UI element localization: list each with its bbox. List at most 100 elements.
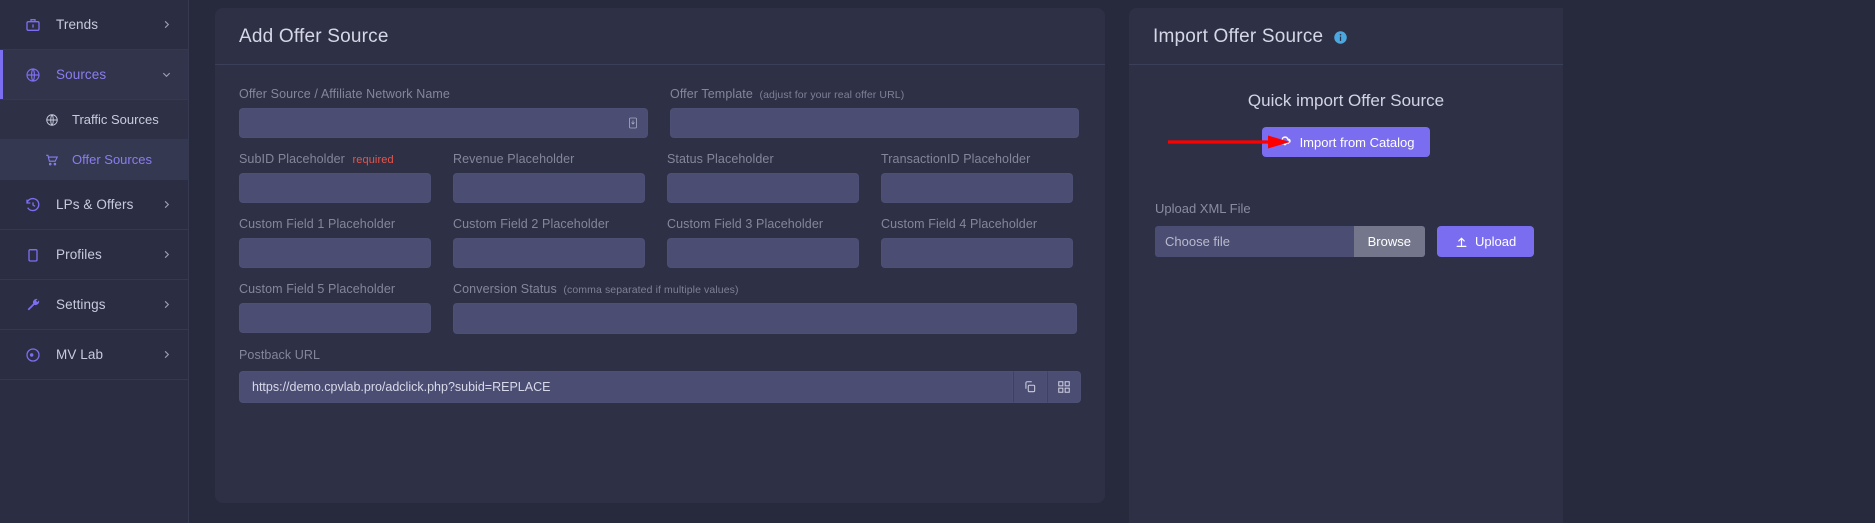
browse-button[interactable]: Browse — [1354, 226, 1425, 257]
field-label-text: SubID Placeholder — [239, 152, 345, 166]
import-from-catalog-button[interactable]: Import from Catalog — [1262, 127, 1431, 157]
field-label: Conversion Status (comma separated if mu… — [453, 282, 1077, 296]
sidebar-item-label: Settings — [56, 297, 161, 312]
field-label: Custom Field 4 Placeholder — [881, 217, 1073, 231]
wrench-icon — [24, 296, 42, 314]
import-button-label: Import from Catalog — [1300, 135, 1415, 150]
revenue-placeholder-input[interactable] — [453, 173, 645, 203]
sidebar-item-label: Profiles — [56, 247, 161, 262]
import-panel-title: Import Offer Source — [1153, 26, 1539, 48]
field-custom-1: Custom Field 1 Placeholder — [239, 217, 431, 268]
qr-code-icon[interactable] — [1047, 371, 1081, 403]
required-badge: required — [353, 154, 394, 166]
field-status-placeholder: Status Placeholder — [667, 152, 859, 203]
import-panel-title-text: Import Offer Source — [1153, 26, 1323, 48]
field-label: Status Placeholder — [667, 152, 859, 166]
sidebar-item-mv-lab[interactable]: MV Lab — [0, 330, 188, 380]
conversion-status-input[interactable] — [453, 303, 1077, 334]
sidebar-item-traffic-sources[interactable]: Traffic Sources — [0, 100, 188, 140]
field-custom-3: Custom Field 3 Placeholder — [667, 217, 859, 268]
briefcase-icon — [24, 16, 42, 34]
chevron-right-icon — [161, 249, 172, 260]
page-title: Add Offer Source — [239, 26, 1081, 48]
field-label-text: Offer Source / Affiliate Network Name — [239, 87, 450, 101]
field-label: Custom Field 1 Placeholder — [239, 217, 431, 231]
field-label: Postback URL — [239, 348, 1081, 362]
field-label-hint: (adjust for your real offer URL) — [760, 89, 905, 101]
chosen-file-name: Choose file — [1155, 226, 1354, 257]
field-custom-2: Custom Field 2 Placeholder — [453, 217, 645, 268]
copy-icon[interactable] — [1013, 371, 1047, 403]
form-body: Offer Source / Affiliate Network Name — [215, 65, 1105, 403]
field-transactionid-placeholder: TransactionID Placeholder — [881, 152, 1073, 203]
field-conversion-status: Conversion Status (comma separated if mu… — [453, 282, 1077, 334]
list-select-icon[interactable] — [626, 115, 640, 131]
custom-field-1-input[interactable] — [239, 238, 431, 268]
import-card-header: Import Offer Source — [1129, 8, 1563, 65]
transactionid-placeholder-input[interactable] — [881, 173, 1073, 203]
field-label: Custom Field 2 Placeholder — [453, 217, 645, 231]
sidebar-item-label: LPs & Offers — [56, 197, 161, 212]
upload-button[interactable]: Upload — [1437, 226, 1534, 257]
cart-icon — [44, 152, 60, 168]
field-revenue-placeholder: Revenue Placeholder — [453, 152, 645, 203]
sidebar-item-sources[interactable]: Sources — [0, 50, 188, 100]
field-offer-template: Offer Template (adjust for your real off… — [670, 87, 1079, 138]
postback-url-row — [239, 371, 1081, 403]
import-offer-source-card: Import Offer Source Quick import Offer S… — [1129, 8, 1563, 523]
upload-button-label: Upload — [1475, 234, 1516, 249]
form-row-4: Custom Field 5 Placeholder Conversion St… — [239, 282, 1081, 334]
file-chooser[interactable]: Choose file Browse — [1155, 226, 1425, 257]
custom-field-3-input[interactable] — [667, 238, 859, 268]
sidebar-item-offer-sources[interactable]: Offer Sources — [0, 140, 188, 180]
sidebar: Trends Sources Traffic Sources — [0, 0, 189, 523]
field-label: Offer Source / Affiliate Network Name — [239, 87, 648, 101]
field-label: Offer Template (adjust for your real off… — [670, 87, 1079, 101]
upload-xml-label: Upload XML File — [1155, 201, 1537, 216]
sidebar-item-label: MV Lab — [56, 347, 161, 362]
postback-url-input[interactable] — [239, 371, 1013, 403]
sidebar-subitem-label: Offer Sources — [72, 152, 152, 167]
field-label-text: Conversion Status — [453, 282, 557, 296]
field-label: SubID Placeholder required — [239, 152, 431, 166]
sidebar-item-settings[interactable]: Settings — [0, 280, 188, 330]
sidebar-item-lps-offers[interactable]: LPs & Offers — [0, 180, 188, 230]
app-root: Trends Sources Traffic Sources — [0, 0, 1875, 523]
history-icon — [24, 196, 42, 214]
clipboard-icon — [24, 246, 42, 264]
flask-icon — [24, 346, 42, 364]
field-label-text: Offer Template — [670, 87, 753, 101]
chevron-down-icon — [161, 69, 172, 80]
import-body: Quick import Offer Source Imp — [1129, 65, 1563, 257]
field-postback-url: Postback URL — [239, 348, 1081, 403]
field-label: Custom Field 5 Placeholder — [239, 282, 431, 296]
import-button-row: Import from Catalog — [1155, 127, 1537, 157]
info-circle-icon[interactable] — [1333, 30, 1348, 45]
chevron-right-icon — [161, 299, 172, 310]
chevron-right-icon — [161, 349, 172, 360]
custom-field-4-input[interactable] — [881, 238, 1073, 268]
custom-field-5-input[interactable] — [239, 303, 431, 333]
upload-row: Choose file Browse Upload — [1155, 226, 1537, 257]
field-subid-placeholder: SubID Placeholder required — [239, 152, 431, 203]
field-offer-source-name: Offer Source / Affiliate Network Name — [239, 87, 648, 138]
status-placeholder-input[interactable] — [667, 173, 859, 203]
offer-source-name-input[interactable] — [239, 108, 648, 138]
globe-icon — [44, 112, 60, 128]
sidebar-item-label: Trends — [56, 17, 161, 32]
custom-field-2-input[interactable] — [453, 238, 645, 268]
field-label-hint: (comma separated if multiple values) — [563, 284, 738, 296]
chevron-right-icon — [161, 199, 172, 210]
chevron-right-icon — [161, 19, 172, 30]
subid-placeholder-input[interactable] — [239, 173, 431, 203]
offer-template-input[interactable] — [670, 108, 1079, 138]
form-row-3: Custom Field 1 Placeholder Custom Field … — [239, 217, 1081, 268]
cloud-download-icon — [1278, 135, 1292, 149]
form-row-2: SubID Placeholder required Revenue Place… — [239, 152, 1081, 203]
input-wrapper — [239, 108, 648, 138]
add-offer-source-card: Add Offer Source Offer Source / Affiliat… — [215, 8, 1105, 503]
sidebar-item-profiles[interactable]: Profiles — [0, 230, 188, 280]
sidebar-item-label: Sources — [56, 67, 161, 82]
upload-icon — [1455, 235, 1468, 248]
sidebar-item-trends[interactable]: Trends — [0, 0, 188, 50]
